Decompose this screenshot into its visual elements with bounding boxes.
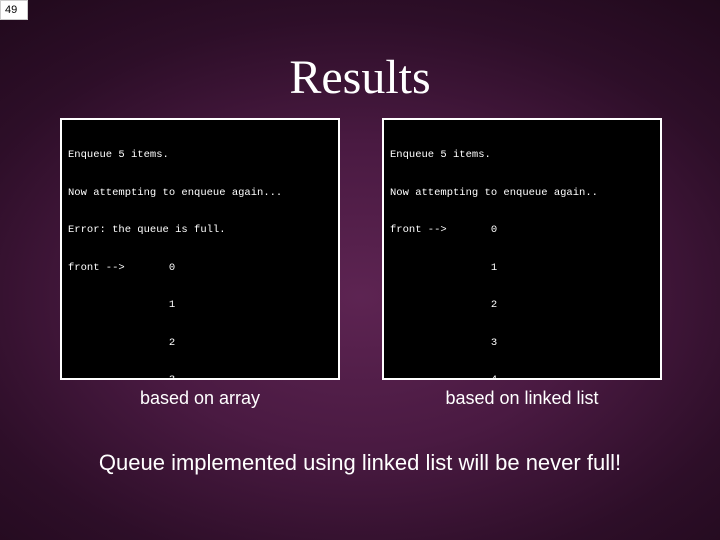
terminal-line: front --> 0 bbox=[68, 262, 332, 275]
slide-background: Results Enqueue 5 items. Now attempting … bbox=[0, 0, 720, 540]
terminal-line: front --> 0 bbox=[390, 224, 654, 237]
terminal-line: 3 bbox=[390, 337, 654, 350]
caption-array: based on array bbox=[60, 388, 340, 409]
terminal-line: 1 bbox=[68, 299, 332, 312]
terminal-line: 3 bbox=[68, 374, 332, 380]
terminal-line: Enqueue 5 items. bbox=[390, 149, 654, 162]
terminal-line: Error: the queue is full. bbox=[68, 224, 332, 237]
terminal-line: Now attempting to enqueue again... bbox=[68, 187, 332, 200]
terminal-line: Enqueue 5 items. bbox=[68, 149, 332, 162]
terminal-line: 1 bbox=[390, 262, 654, 275]
terminal-linkedlist: Enqueue 5 items. Now attempting to enque… bbox=[382, 118, 662, 380]
conclusion-text: Queue implemented using linked list will… bbox=[0, 450, 720, 476]
slide-title: Results bbox=[0, 50, 720, 105]
terminal-line: 2 bbox=[390, 299, 654, 312]
caption-linkedlist: based on linked list bbox=[382, 388, 662, 409]
terminal-line: Now attempting to enqueue again.. bbox=[390, 187, 654, 200]
terminal-line: 4 bbox=[390, 374, 654, 380]
terminal-array: Enqueue 5 items. Now attempting to enque… bbox=[60, 118, 340, 380]
terminal-line: 2 bbox=[68, 337, 332, 350]
page-number: 49 bbox=[0, 0, 28, 20]
